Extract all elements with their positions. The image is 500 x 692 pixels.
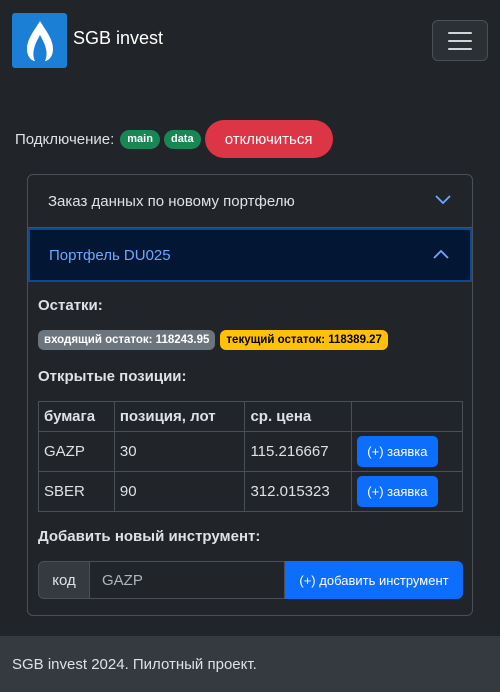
order-button[interactable]: (+) заявка [357,476,438,507]
disconnect-button[interactable]: отключиться [204,120,333,158]
table-row: SBER 90 312.015323 (+) заявка [38,471,463,512]
hamburger-icon-line [448,39,472,42]
accordion-header-label: Портфель DU025 [49,246,171,264]
column-header: позиция, лот [113,401,246,432]
position-cell: 90 [113,471,246,512]
add-instrument-title: Добавить новый инструмент: [38,528,261,545]
connection-status: Подключение: main data отключиться [15,120,333,158]
table-header-row: бумага позиция, лот ср. цена [38,401,463,432]
positions-title: Открытые позиции: [38,368,187,385]
positions-table: бумага позиция, лот ср. цена GAZP 30 115… [38,401,463,512]
instrument-code-input[interactable] [90,561,285,599]
connection-pill-main: main [120,129,160,149]
portfolio-accordion: Заказ данных по новому портфелю Портфель… [27,174,473,616]
column-header: ср. цена [244,401,353,432]
avg-price-cell: 312.015323 [244,471,353,512]
current-balance-badge: текущий остаток: 118389.27 [220,330,388,350]
hamburger-icon-line [448,31,472,34]
accordion-header-new-portfolio[interactable]: Заказ данных по новому портфелю [28,175,472,228]
hamburger-icon-line [448,47,472,50]
ticker-cell: SBER [38,471,115,512]
table-row: GAZP 30 115.216667 (+) заявка [38,431,463,472]
chevron-up-icon [433,249,449,259]
add-instrument-button[interactable]: (+) добавить инструмент [285,561,463,599]
brand-logo[interactable] [12,13,67,68]
accordion-header-label: Заказ данных по новому портфелю [48,192,295,210]
connection-label: Подключение: [15,130,115,148]
action-cell: (+) заявка [351,431,463,472]
code-label: код [38,561,90,599]
column-header: бумага [38,401,115,432]
avg-price-cell: 115.216667 [244,431,353,472]
flame-logo-icon [26,20,53,61]
chevron-down-icon [435,195,451,205]
order-button[interactable]: (+) заявка [357,436,438,467]
connection-pill-data: data [163,129,201,149]
ticker-cell: GAZP [38,431,115,472]
add-instrument-group: код (+) добавить инструмент [38,561,463,599]
balances-title: Остатки: [38,297,103,314]
balances-badges: входящий остаток: 118243.95 текущий оста… [38,330,388,350]
column-header [351,401,463,432]
navbar: SGB invest [0,0,500,80]
footer-text: SGB invest 2024. Пилотный проект. [12,655,257,673]
menu-toggle-button[interactable] [432,20,488,61]
accordion-header-portfolio[interactable]: Портфель DU025 [28,228,472,282]
incoming-balance-badge: входящий остаток: 118243.95 [38,330,216,350]
brand-name[interactable]: SGB invest [73,28,163,49]
action-cell: (+) заявка [351,471,463,512]
position-cell: 30 [113,431,246,472]
footer: SGB invest 2024. Пилотный проект. [0,636,500,692]
